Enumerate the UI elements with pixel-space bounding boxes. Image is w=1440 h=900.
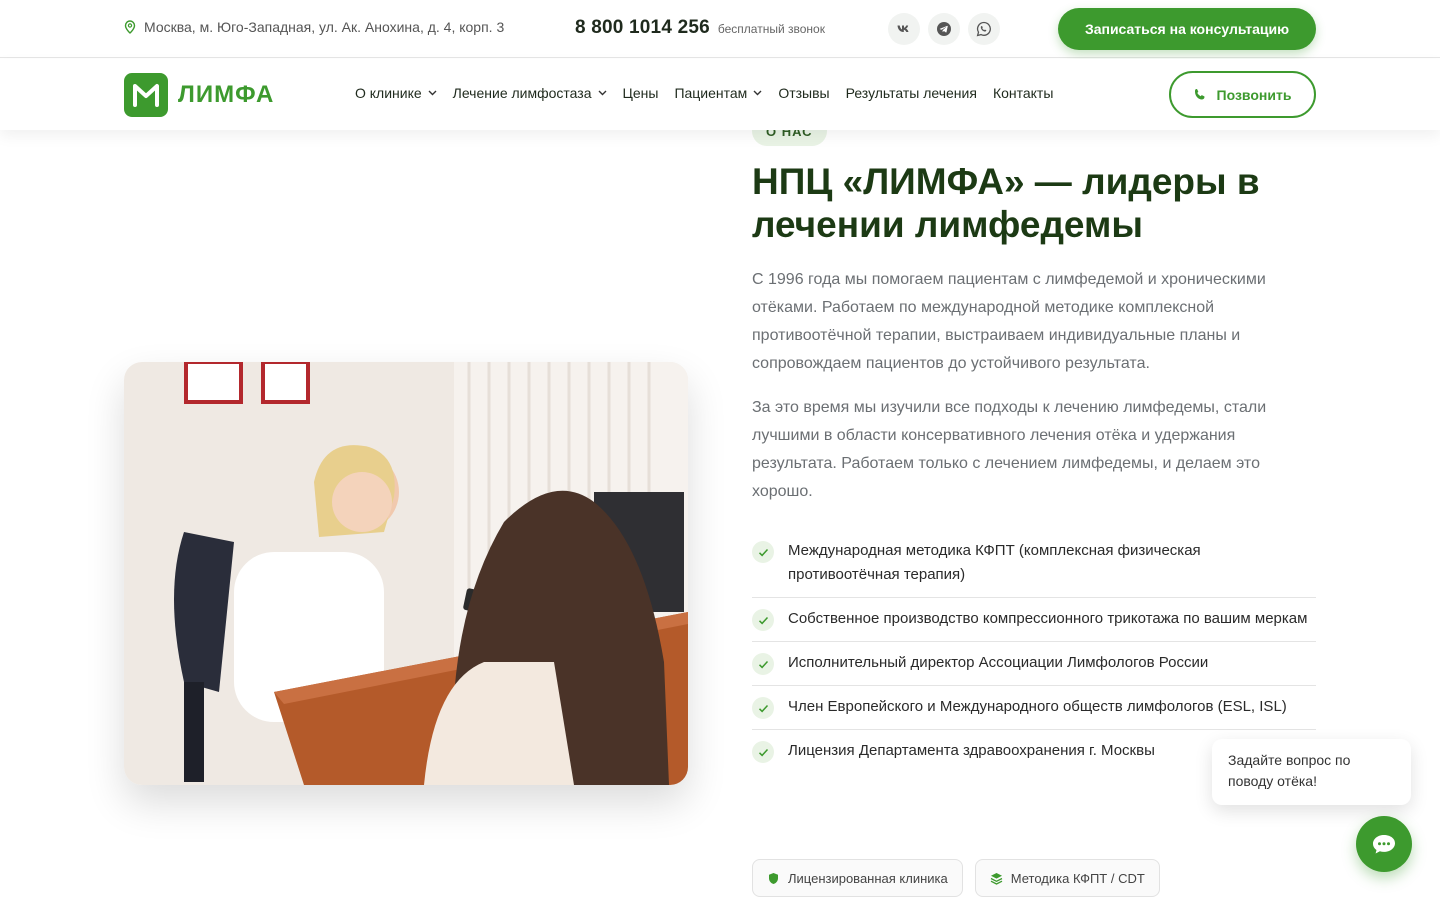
feature-item: Исполнительный директор Ассоциации Лимфо… [752, 642, 1316, 686]
logo-text: ЛИМФА [178, 81, 275, 108]
check-icon [752, 741, 774, 763]
chevron-down-icon [598, 90, 606, 96]
check-icon [752, 541, 774, 563]
whatsapp-icon[interactable] [968, 13, 1000, 45]
main-header: ЛИМФА О клинике Лечение лимфостаза Цены … [0, 59, 1440, 130]
location-pin-icon [124, 20, 136, 34]
phone-number[interactable]: 8 800 1014 256 [575, 17, 710, 39]
call-button[interactable]: Позвонить [1169, 71, 1316, 118]
feature-text: Лицензия Департамента здравоохранения г.… [788, 742, 1155, 759]
nav-item-contacts[interactable]: Контакты [993, 85, 1053, 101]
phone-note: бесплатный звонок [717, 22, 825, 36]
clinic-photo [124, 362, 688, 785]
features-list: Международная методика КФПТ (комплексная… [752, 530, 1316, 773]
feature-text: Исполнительный директор Ассоциации Лимфо… [788, 654, 1209, 671]
top-bar: Москва, м. Юго-Западная, ул. Ак. Анохина… [0, 0, 1440, 58]
about-paragraph-1: С 1996 года мы помогаем пациентам с лимф… [752, 271, 1266, 372]
nav-item-about[interactable]: О клинике [355, 85, 437, 101]
chevron-down-icon [428, 90, 437, 96]
chevron-down-icon [753, 90, 762, 96]
check-icon [752, 653, 774, 675]
shield-icon [769, 872, 778, 884]
layers-icon [990, 872, 1003, 885]
chat-prompt[interactable]: Задайте вопрос по поводу отёка! [1212, 739, 1411, 805]
phone-icon [1194, 89, 1205, 100]
check-icon [752, 609, 774, 631]
nav-item-label: О клинике [355, 85, 422, 101]
nav-item-label: Результаты лечения [845, 85, 977, 101]
nav-item-results[interactable]: Результаты лечения [846, 85, 977, 101]
book-consultation-button[interactable]: Записаться на консультацию [1058, 8, 1316, 50]
check-icon [752, 697, 774, 719]
nav-item-treatment[interactable]: Лечение лимфостаза [453, 85, 607, 101]
vk-icon[interactable] [888, 13, 920, 45]
method-badge: Методика КФПТ / CDT [974, 859, 1160, 897]
badges: Лицензированная клиника Методика КФПТ / … [752, 859, 1160, 897]
nav-item-patients[interactable]: Пациентам [674, 85, 762, 101]
telegram-icon[interactable] [928, 13, 960, 45]
nav-item-label: Пациентам [674, 85, 748, 101]
feature-item: Член Европейского и Международного общес… [752, 686, 1316, 730]
section-title: НПЦ «ЛИМФА» — лидеры в лечении лимфедемы [752, 161, 1260, 245]
logo-mark-icon [124, 73, 168, 117]
nav-item-label: Цены [622, 85, 659, 101]
badge-label: Лицензированная клиника [788, 870, 948, 886]
nav-item-reviews[interactable]: Отзывы [778, 85, 829, 101]
feature-text: Член Европейского и Международного общес… [788, 698, 1287, 715]
nav-item-label: Лечение лимфостаза [452, 85, 592, 101]
about-paragraph-2: За это время мы изучили все подходы к ле… [752, 399, 1267, 500]
main-nav: О клинике Лечение лимфостаза Цены Пациен… [355, 85, 1053, 101]
nav-item-prices[interactable]: Цены [623, 85, 659, 101]
feature-text: Собственное производство компрессионного… [788, 610, 1308, 627]
badge-label: Методика КФПТ / CDT [1010, 870, 1145, 886]
feature-item: Международная методика КФПТ (комплексная… [752, 530, 1316, 598]
social-links [888, 13, 1000, 45]
nav-item-label: Отзывы [778, 85, 830, 101]
call-button-label: Позвонить [1216, 86, 1292, 103]
address[interactable]: Москва, м. Юго-Западная, ул. Ак. Анохина… [124, 19, 504, 35]
feature-text: Международная методика КФПТ (комплексная… [788, 542, 1201, 583]
logo[interactable]: ЛИМФА [124, 73, 274, 117]
chat-icon[interactable] [1356, 816, 1412, 872]
nav-item-label: Контакты [992, 85, 1054, 101]
address-text: Москва, м. Юго-Западная, ул. Ак. Анохина… [144, 19, 505, 35]
license-badge: Лицензированная клиника [752, 859, 963, 897]
feature-item: Собственное производство компрессионного… [752, 598, 1316, 642]
phone-block: 8 800 1014 256 бесплатный звонок [575, 17, 825, 39]
